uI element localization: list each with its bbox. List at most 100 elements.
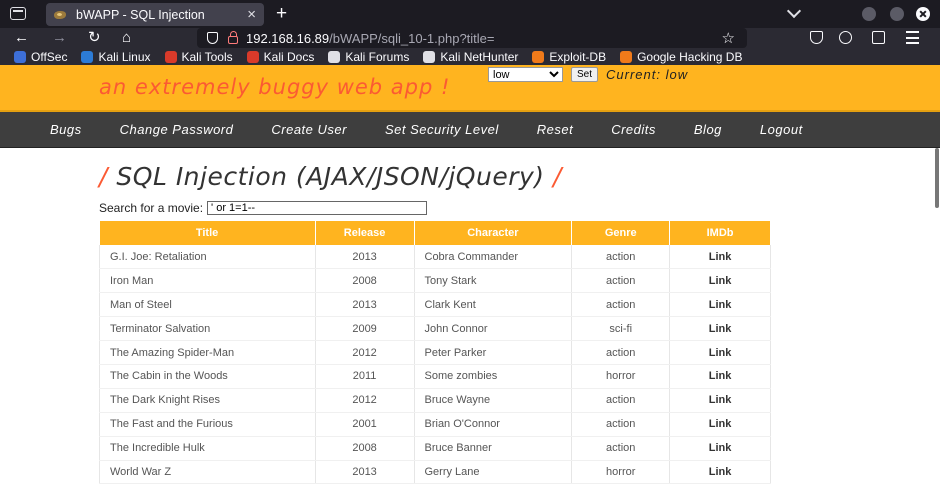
bookmark-favicon-icon — [164, 50, 177, 63]
bookmark-label: Kali Tools — [181, 49, 233, 64]
forward-arrow-icon[interactable]: → — [52, 29, 67, 47]
bookmark-item[interactable]: Kali NetHunter — [423, 50, 518, 64]
bookmark-favicon-icon — [423, 50, 436, 63]
security-level-select[interactable]: low — [488, 67, 563, 82]
bookmark-item[interactable]: Kali Linux — [81, 49, 151, 64]
genre-cell: action — [571, 436, 671, 461]
imdb-link[interactable]: Link — [669, 316, 771, 342]
release-cell: 2012 — [315, 388, 415, 413]
movie-title-cell: G.I. Joe: Retaliation — [99, 245, 316, 270]
account-icon[interactable] — [839, 31, 852, 44]
back-arrow-icon[interactable]: ← — [14, 29, 29, 47]
menu-link-change-password[interactable]: Change Password — [120, 122, 234, 137]
insecure-lock-icon[interactable] — [228, 31, 238, 44]
bookmark-favicon-icon — [81, 50, 94, 63]
bookmark-item[interactable]: OffSec — [14, 50, 67, 64]
imdb-link[interactable]: Link — [669, 245, 771, 270]
search-label: Search for a movie: — [99, 201, 204, 215]
table-row: Man of Steel 2013 Clark Kent action Link — [99, 292, 771, 318]
bookmark-item[interactable]: Kali Forums — [328, 50, 409, 64]
bee-favicon-icon — [54, 9, 68, 21]
menu-link-blog[interactable]: Blog — [694, 122, 722, 137]
bookmark-label: Kali Forums — [345, 49, 410, 64]
bookmark-label: Kali Linux — [98, 49, 151, 64]
browser-nav-bar: ← → ↻ ⌂ 192.168.16.89/bWAPP/sqli_10-1.ph… — [0, 28, 940, 48]
bookmark-item[interactable]: Kali Tools — [164, 49, 233, 64]
movie-title-cell: The Incredible Hulk — [99, 436, 316, 461]
browser-tab[interactable]: bWAPP - SQL Injection × — [46, 3, 264, 26]
main-content: / SQL Injection (AJAX/JSON/jQuery) / Sea… — [0, 148, 940, 491]
shield-icon[interactable] — [207, 32, 218, 44]
column-header-imdb: IMDb — [669, 221, 771, 245]
menu-icon[interactable] — [906, 31, 919, 44]
release-cell: 2012 — [315, 340, 415, 365]
movie-title-cell: The Fast and the Furious — [99, 412, 316, 437]
release-cell: 2001 — [315, 412, 415, 437]
movie-title-cell: Iron Man — [99, 268, 316, 294]
pocket-icon[interactable] — [810, 31, 823, 44]
table-row: G.I. Joe: Retaliation 2013 Cobra Commander… — [99, 245, 771, 270]
imdb-link[interactable]: Link — [669, 460, 771, 485]
imdb-link[interactable]: Link — [669, 412, 771, 437]
bookmark-favicon-icon — [532, 50, 545, 63]
page-title: / SQL Injection (AJAX/JSON/jQuery) / — [99, 162, 562, 191]
menu-link-set-security-level[interactable]: Set Security Level — [385, 122, 499, 137]
character-cell: Peter Parker — [414, 340, 573, 365]
scrollbar-thumb[interactable] — [935, 148, 939, 208]
imdb-link[interactable]: Link — [669, 292, 771, 318]
character-cell: Brian O'Connor — [414, 412, 573, 437]
home-icon[interactable]: ⌂ — [122, 29, 131, 47]
title-slash-left: / — [99, 162, 108, 191]
site-tagline: an extremely buggy web app ! — [99, 75, 451, 99]
minimize-button[interactable] — [862, 7, 876, 21]
menu-link-bugs[interactable]: Bugs — [50, 122, 82, 137]
site-header: an extremely buggy web app ! low Set Cur… — [0, 65, 940, 112]
movie-title-cell: The Dark Knight Rises — [99, 388, 316, 413]
bookmark-item[interactable]: Google Hacking DB — [620, 50, 742, 64]
movie-title-cell: Man of Steel — [99, 292, 316, 318]
tab-list-icon[interactable] — [10, 7, 26, 20]
menu-link-logout[interactable]: Logout — [760, 122, 803, 137]
imdb-link[interactable]: Link — [669, 340, 771, 365]
tab-close-icon[interactable]: × — [247, 7, 256, 22]
character-cell: Tony Stark — [414, 268, 573, 294]
character-cell: John Connor — [414, 316, 573, 342]
menu-link-create-user[interactable]: Create User — [271, 122, 347, 137]
table-row: The Incredible Hulk 2008 Bruce Banner actio… — [99, 436, 771, 461]
table-row: The Fast and the Furious 2001 Brian O'Conn… — [99, 412, 771, 437]
menu-link-reset[interactable]: Reset — [537, 122, 573, 137]
genre-cell: action — [571, 292, 671, 318]
chevron-down-icon[interactable] — [786, 3, 802, 19]
page-title-text: SQL Injection (AJAX/JSON/jQuery) — [116, 162, 545, 191]
movie-search-input[interactable] — [207, 201, 428, 215]
imdb-link[interactable]: Link — [669, 268, 771, 294]
release-cell: 2013 — [315, 292, 415, 318]
url-text[interactable]: 192.168.16.89/bWAPP/sqli_10-1.php?title= — [246, 31, 722, 46]
set-button[interactable]: Set — [571, 67, 599, 82]
genre-cell: action — [571, 340, 671, 365]
address-bar[interactable]: 192.168.16.89/bWAPP/sqli_10-1.php?title=… — [197, 28, 747, 48]
bookmark-label: OffSec — [31, 49, 68, 64]
bookmark-favicon-icon — [620, 50, 633, 63]
new-tab-button[interactable]: + — [276, 3, 287, 25]
movie-title-cell: The Cabin in the Woods — [99, 364, 316, 389]
extensions-icon[interactable] — [872, 31, 885, 44]
release-cell: 2013 — [315, 245, 415, 270]
reload-icon[interactable]: ↻ — [88, 29, 101, 47]
genre-cell: horror — [571, 460, 671, 485]
character-cell: Bruce Banner — [414, 436, 573, 461]
genre-cell: sci-fi — [571, 316, 671, 342]
security-level-form: low Set Current: low — [488, 67, 688, 82]
bookmark-star-icon[interactable]: ☆ — [722, 29, 735, 47]
imdb-link[interactable]: Link — [669, 436, 771, 461]
imdb-link[interactable]: Link — [669, 364, 771, 389]
bookmark-label: Exploit-DB — [549, 49, 607, 64]
maximize-button[interactable] — [890, 7, 904, 21]
title-slash-right: / — [553, 162, 562, 191]
imdb-link[interactable]: Link — [669, 388, 771, 413]
bookmark-item[interactable]: Kali Docs — [246, 50, 314, 64]
release-cell: 2008 — [315, 268, 415, 294]
close-window-button[interactable] — [916, 7, 930, 21]
bookmark-item[interactable]: Exploit-DB — [532, 50, 606, 64]
menu-link-credits[interactable]: Credits — [611, 122, 656, 137]
